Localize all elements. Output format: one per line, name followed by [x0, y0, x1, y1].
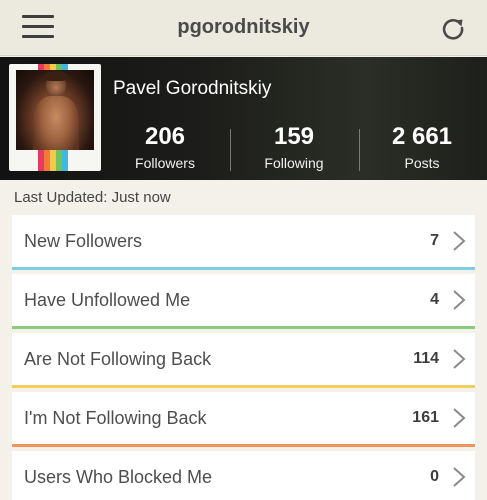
accent-bar [12, 326, 475, 329]
chevron-right-icon [453, 231, 466, 251]
list-item-label: I'm Not Following Back [24, 408, 207, 428]
list-item-users-who-blocked-me[interactable]: Users Who Blocked Me 0 [12, 451, 475, 500]
list-item-count: 4 [430, 291, 439, 308]
profile-photo [16, 70, 94, 150]
chevron-right-icon [453, 349, 466, 369]
list-item-new-followers[interactable]: New Followers 7 [12, 215, 475, 270]
list-item-count: 0 [430, 468, 439, 485]
list-item-count: 161 [412, 409, 439, 426]
list-item-im-not-following-back[interactable]: I'm Not Following Back 161 [12, 392, 475, 447]
accent-bar [12, 385, 475, 388]
chevron-right-icon [453, 408, 466, 428]
chevron-right-icon [453, 290, 466, 310]
last-updated-text: Last Updated: Just now [14, 189, 171, 206]
followers-stat[interactable]: 206 Followers [110, 123, 220, 171]
following-label: Following [264, 155, 324, 171]
list-item-count: 7 [430, 232, 439, 249]
list-item-have-unfollowed-me[interactable]: Have Unfollowed Me 4 [12, 274, 475, 329]
profile-header: Pavel Gorodnitskiy 206 Followers 159 Fol… [0, 57, 487, 180]
following-count: 159 [273, 123, 315, 150]
accent-bar [12, 444, 475, 447]
posts-label: Posts [404, 155, 440, 171]
profile-name: Pavel Gorodnitskiy [113, 78, 272, 99]
avatar[interactable] [9, 64, 101, 171]
followers-count: 206 [144, 123, 186, 150]
following-stat[interactable]: 159 Following [239, 123, 349, 171]
list-item-label: Users Who Blocked Me [24, 467, 213, 487]
list-item-label: Are Not Following Back [24, 349, 212, 369]
list-item-label: Have Unfollowed Me [24, 290, 191, 310]
list-item-are-not-following-back[interactable]: Are Not Following Back 114 [12, 333, 475, 388]
chevron-right-icon [453, 467, 466, 487]
refresh-icon[interactable] [439, 14, 467, 42]
followers-label: Followers [135, 155, 195, 171]
list-item-count: 114 [413, 350, 439, 367]
page-title: pgorodnitskiy [177, 16, 310, 38]
top-navbar: pgorodnitskiy [0, 0, 487, 56]
posts-count: 2 661 [391, 123, 453, 150]
accent-bar [12, 267, 475, 270]
posts-stat[interactable]: 2 661 Posts [367, 123, 477, 171]
list-item-label: New Followers [24, 231, 143, 251]
stat-divider [230, 129, 231, 171]
stat-divider [359, 129, 360, 171]
